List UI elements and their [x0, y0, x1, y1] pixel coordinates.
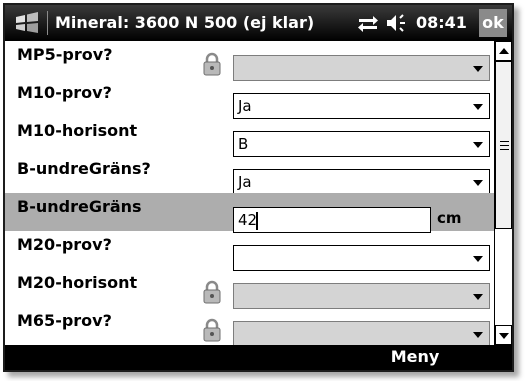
b-undregrans-dropdown[interactable]: Ja: [233, 169, 490, 195]
scroll-down-button[interactable]: [495, 325, 512, 345]
thumb-grip: [500, 145, 509, 146]
dropdown-value: Ja: [238, 173, 252, 191]
dropdown-value: B: [238, 135, 249, 153]
thumb-grip: [500, 149, 509, 150]
field-label: M20-prov?: [17, 235, 112, 254]
m10-prov-dropdown[interactable]: Ja: [233, 93, 490, 119]
volume-icon[interactable]: [385, 14, 411, 32]
input-value: 42: [238, 211, 258, 229]
m20-prov-dropdown[interactable]: [233, 245, 490, 271]
menu-softkey[interactable]: Meny: [355, 345, 475, 370]
m10-horisont-dropdown[interactable]: B: [233, 131, 490, 157]
form-row-b-undregrans: B-undreGräns 42 cm: [5, 193, 494, 233]
field-label: B-undreGräns?: [17, 159, 151, 178]
thumb-grip: [500, 141, 509, 142]
field-label: M65-prov?: [17, 311, 112, 330]
chevron-down-icon: [473, 104, 483, 110]
title-bar: Mineral: 3600 N 500 (ej klar) 08:41 ok: [5, 5, 512, 41]
form-row-mp5-prov: MP5-prov?: [5, 41, 494, 81]
form-row-m65-prov: M65-prov?: [5, 307, 494, 347]
softkey-bar: Meny: [5, 345, 512, 370]
b-undregrans-input[interactable]: 42: [233, 207, 431, 233]
mp5-prov-dropdown[interactable]: [233, 55, 490, 81]
form-content: MP5-prov? M10-prov? Ja M10-horisont B B-…: [5, 41, 512, 347]
unit-label: cm: [437, 209, 462, 227]
lock-icon: [203, 280, 221, 304]
chevron-down-icon: [473, 294, 483, 300]
chevron-down-icon: [473, 256, 483, 262]
title-separator: [47, 11, 48, 35]
field-label: M10-horisont: [17, 121, 138, 140]
ok-button[interactable]: ok: [479, 9, 507, 37]
m65-prov-dropdown[interactable]: [233, 321, 490, 347]
form-row-b-undregrans-q: B-undreGräns? Ja: [5, 155, 494, 195]
chevron-down-icon: [473, 66, 483, 72]
field-label: B-undreGräns: [17, 197, 142, 216]
lock-icon: [203, 52, 221, 76]
field-label: MP5-prov?: [17, 45, 113, 64]
form-row-m20-horisont: M20-horisont: [5, 269, 494, 309]
form-row-m10-horisont: M10-horisont B: [5, 117, 494, 157]
form-row-m10-prov: M10-prov? Ja: [5, 79, 494, 119]
chevron-down-icon: [473, 180, 483, 186]
arrow-up-icon: [499, 48, 509, 54]
field-label: M20-horisont: [17, 273, 138, 292]
lock-icon: [203, 318, 221, 342]
field-label: M10-prov?: [17, 83, 112, 102]
arrow-down-icon: [499, 333, 509, 339]
text-caret: [256, 212, 258, 230]
window-title: Mineral: 3600 N 500 (ej klar): [55, 13, 315, 32]
clock-time: 08:41: [416, 13, 467, 32]
connectivity-icon[interactable]: [357, 14, 379, 32]
chevron-down-icon: [473, 142, 483, 148]
form-row-m20-prov: M20-prov?: [5, 231, 494, 271]
windows-start-icon[interactable]: [13, 11, 41, 35]
device-screen: Mineral: 3600 N 500 (ej klar) 08:41 ok M…: [3, 3, 514, 372]
m20-horisont-dropdown[interactable]: [233, 283, 490, 309]
scroll-up-button[interactable]: [495, 41, 512, 61]
vertical-scrollbar[interactable]: [494, 41, 512, 345]
scrollbar-thumb[interactable]: [495, 61, 512, 229]
chevron-down-icon: [473, 332, 483, 338]
dropdown-value: Ja: [238, 97, 252, 115]
